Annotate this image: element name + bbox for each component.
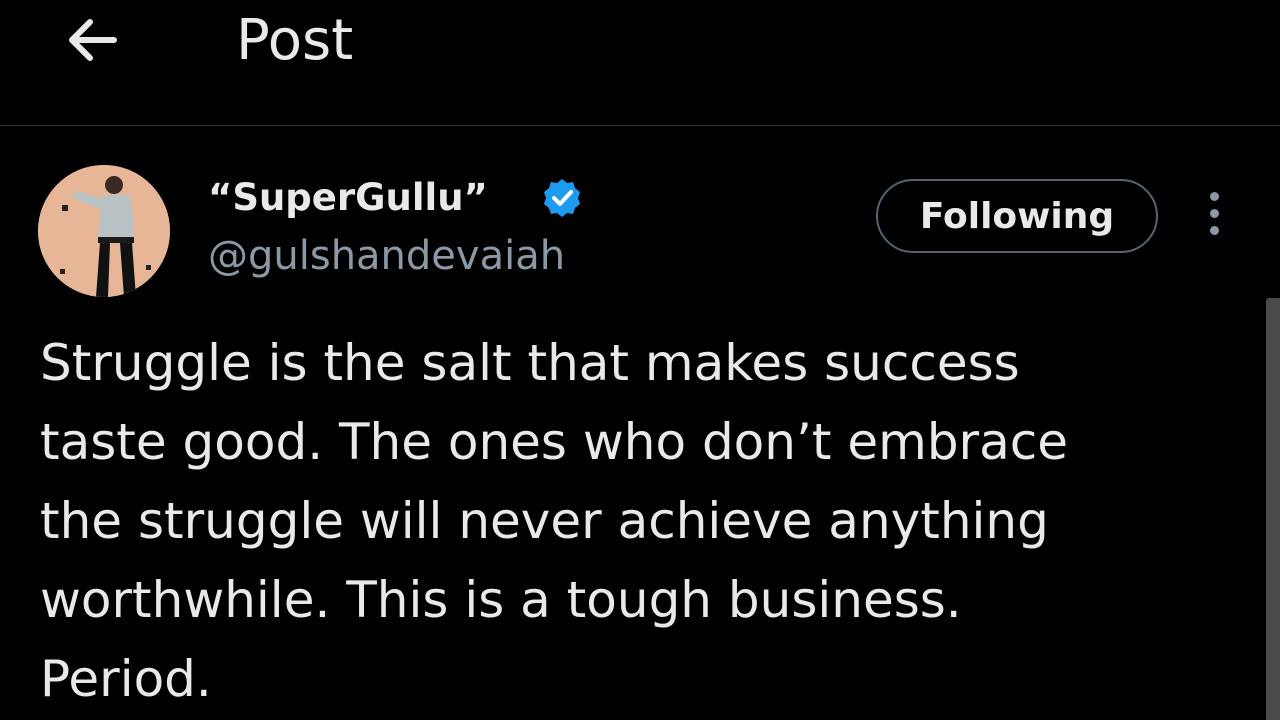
following-button[interactable]: Following [876,179,1158,253]
more-options-button[interactable] [1196,192,1232,242]
back-button[interactable] [60,8,124,72]
author-handle[interactable]: @gulshandevaiah [208,230,565,282]
top-bar: Post [0,0,1280,126]
avatar-image [38,165,170,297]
author-display-name[interactable]: “SuperGullu” [208,174,488,222]
avatar[interactable] [38,165,170,297]
arrow-left-icon [69,19,117,61]
verified-badge[interactable] [540,176,584,220]
scrollbar[interactable] [1266,298,1280,720]
more-vertical-icon [1196,192,1232,235]
verified-badge-icon [544,179,580,217]
post-text: Struggle is the salt that makes success … [40,334,1069,708]
page-title: Post [236,8,354,73]
